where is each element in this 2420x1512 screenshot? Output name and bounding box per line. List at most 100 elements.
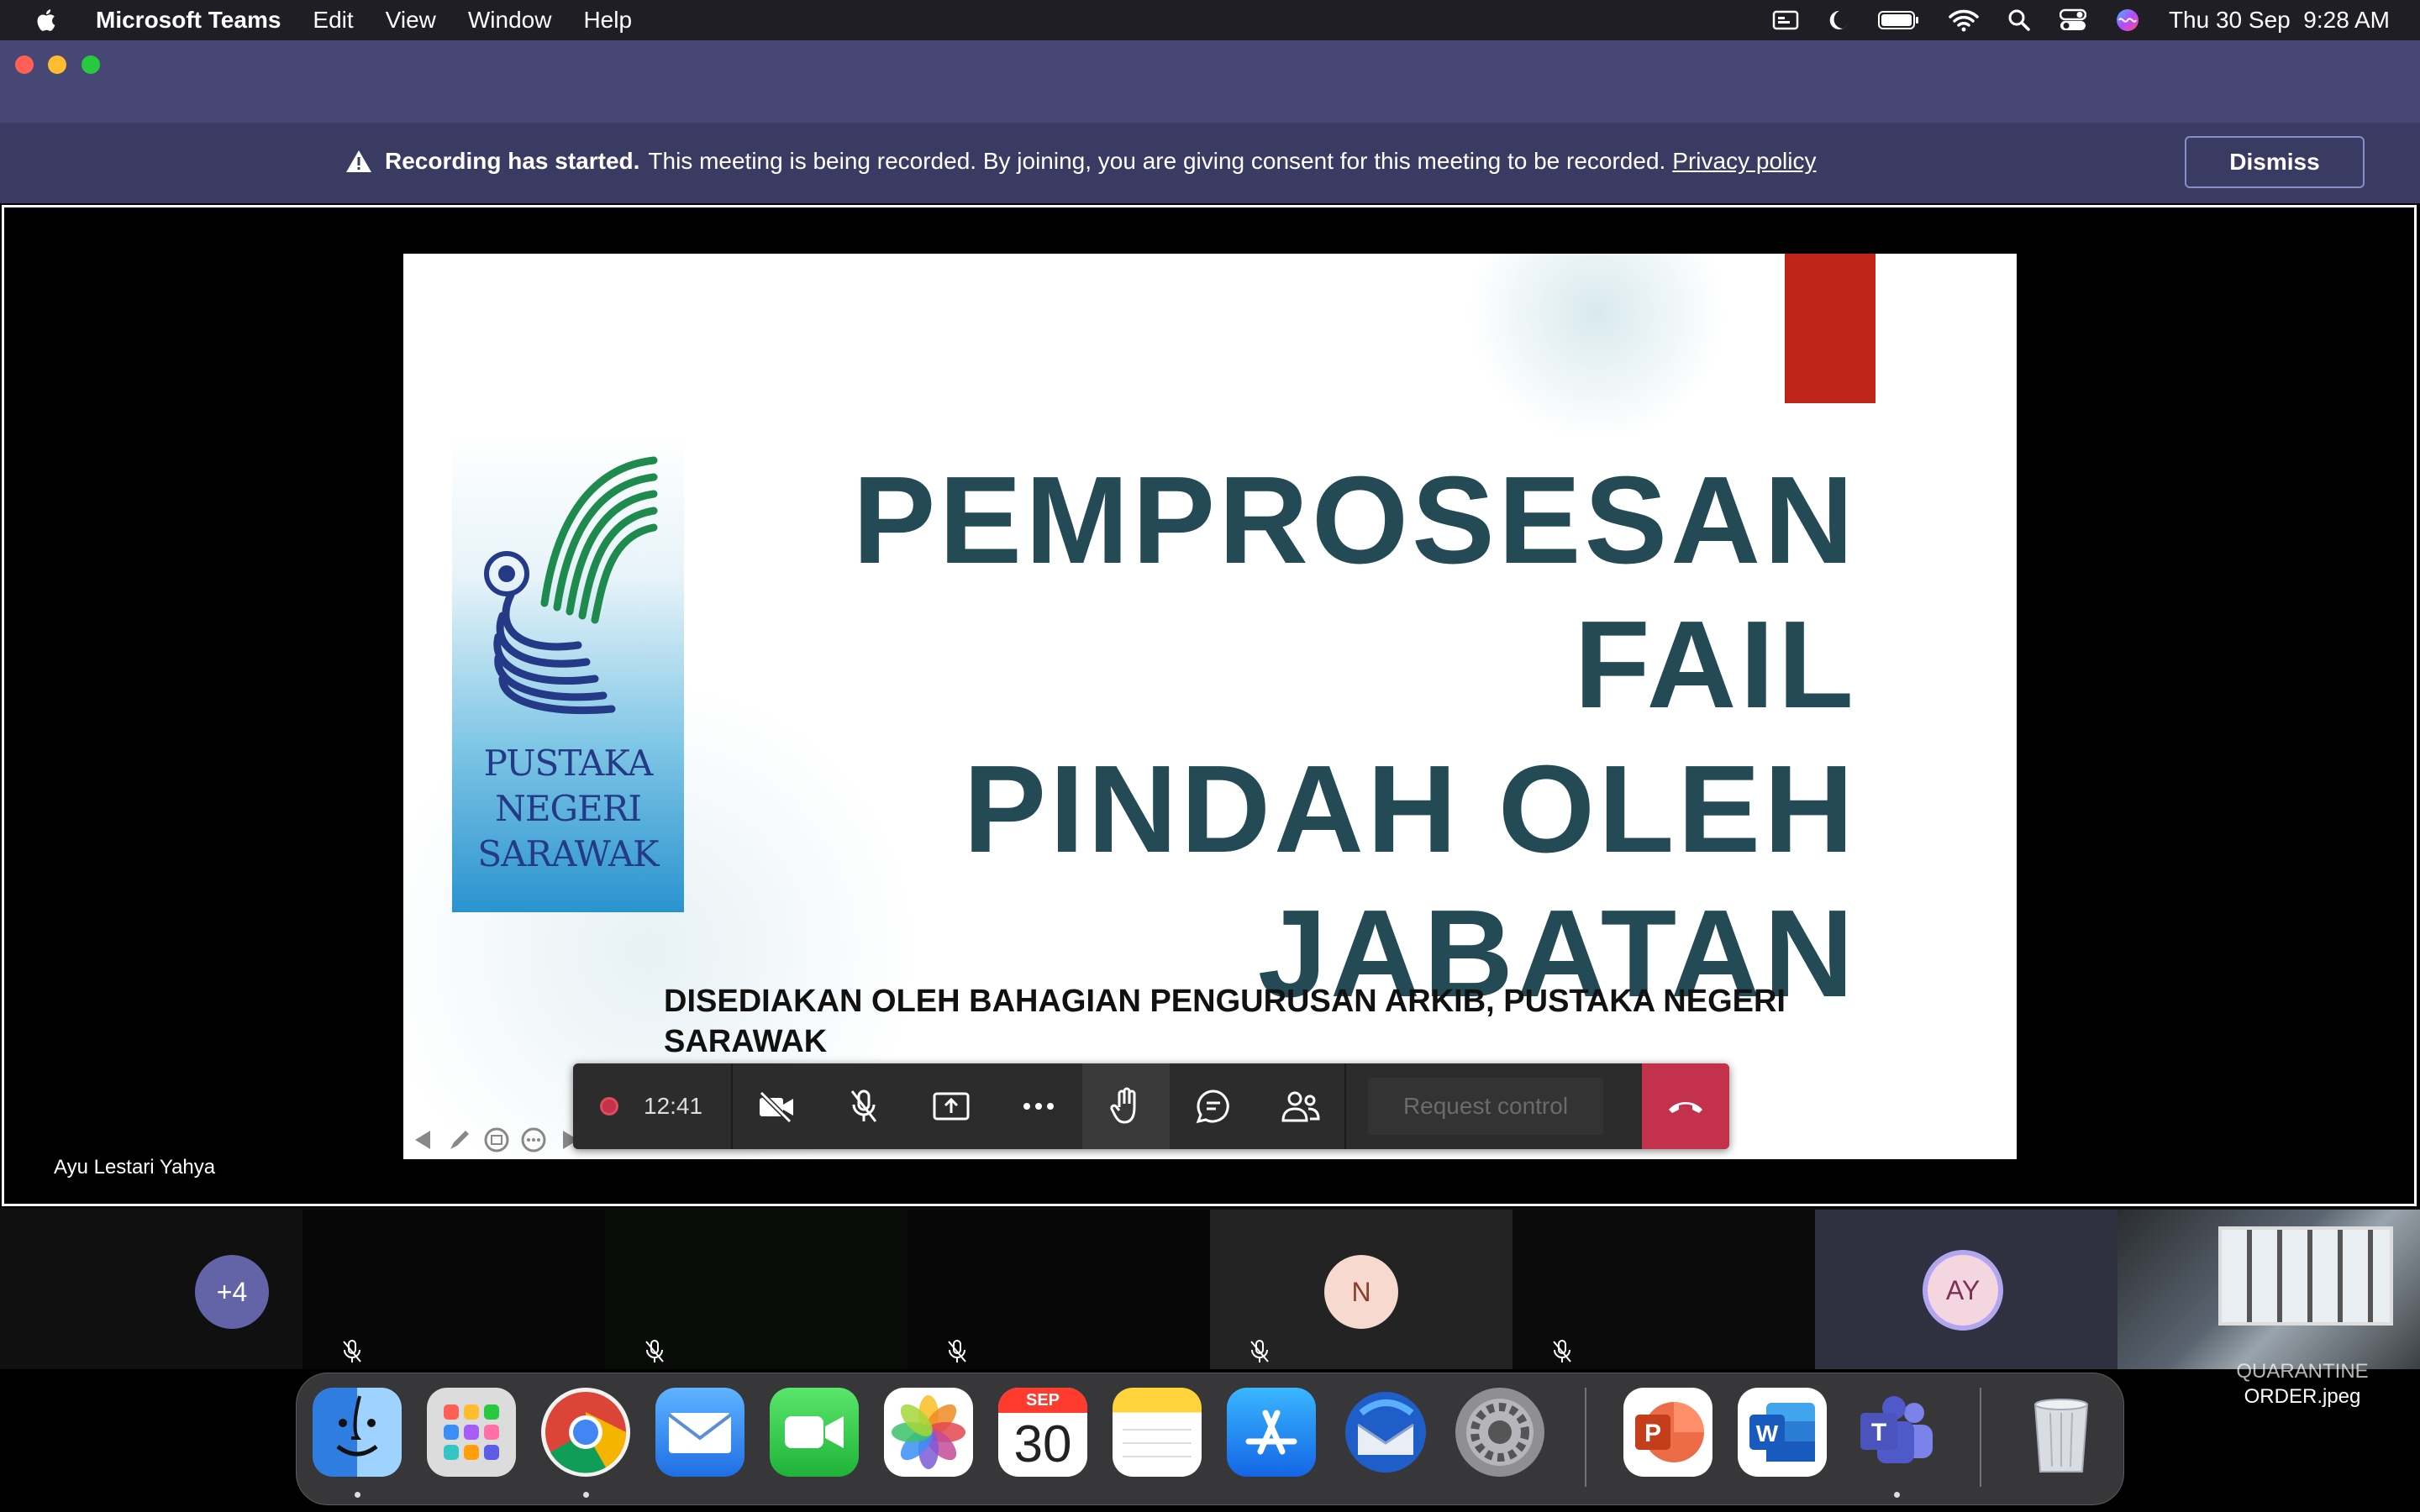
- pustaka-negeri-sarawak-logo: PUSTAKA NEGERI SARAWAK: [452, 435, 684, 912]
- microphone-off-icon: [850, 1089, 877, 1122]
- microsoft-teams-icon[interactable]: T: [1852, 1388, 1941, 1477]
- dock-separator: [1585, 1388, 1586, 1487]
- muted-microphone-icon: [948, 1340, 966, 1362]
- slide-grid-icon[interactable]: [482, 1126, 511, 1154]
- svg-text:T: T: [1871, 1419, 1886, 1446]
- slide-subtitle: DISEDIAKAN OLEH BAHAGIAN PENGURUSAN ARKI…: [664, 981, 1924, 1062]
- pen-icon[interactable]: [445, 1126, 474, 1154]
- launchpad-icon[interactable]: [427, 1388, 516, 1477]
- camera-off-icon: [759, 1090, 793, 1123]
- menu-help[interactable]: Help: [583, 7, 632, 34]
- window-minimize-button[interactable]: [48, 55, 66, 74]
- muted-microphone-icon: [645, 1340, 664, 1362]
- overflow-count-badge[interactable]: +4: [195, 1255, 269, 1329]
- more-options-icon[interactable]: [519, 1126, 548, 1154]
- leave-call-button[interactable]: [1642, 1063, 1729, 1149]
- do-not-disturb-moon-icon[interactable]: [1828, 8, 1849, 32]
- slide-show-toolbar: [408, 1126, 585, 1154]
- apple-icon[interactable]: [34, 7, 60, 34]
- slide-subtitle-line: SARAWAK: [664, 1024, 828, 1059]
- muted-microphone-icon: [343, 1340, 361, 1362]
- privacy-policy-link[interactable]: Privacy policy: [1672, 148, 1816, 175]
- window-frame-background: [2218, 1226, 2393, 1326]
- mail-icon[interactable]: [655, 1388, 744, 1477]
- meeting-duration: 12:41: [644, 1093, 703, 1119]
- dock-separator: [1980, 1388, 1981, 1487]
- presenter-name: Ayu Lestari Yahya: [54, 1156, 216, 1179]
- participant-avatar: AY: [1923, 1250, 2003, 1331]
- notes-icon[interactable]: [1113, 1388, 1202, 1477]
- logo-text-line: PUSTAKA: [483, 743, 654, 784]
- powerpoint-icon[interactable]: P: [1623, 1388, 1712, 1477]
- share-screen-icon: [933, 1092, 970, 1121]
- microphone-toggle-button[interactable]: [820, 1063, 908, 1149]
- file-name-line: QUARANTINE: [2236, 1360, 2369, 1383]
- meeting-controls-bar: 12:41 Request control: [573, 1063, 1729, 1149]
- calendar-icon[interactable]: SEP 30: [998, 1388, 1087, 1477]
- trash-icon[interactable]: [2017, 1388, 2106, 1477]
- slide-decoration: [1445, 254, 1748, 438]
- hang-up-icon: [1669, 1102, 1702, 1113]
- participants-button[interactable]: [1257, 1063, 1344, 1149]
- slide-red-accent: [1785, 254, 1876, 403]
- share-content-button[interactable]: [908, 1063, 995, 1149]
- menu-clock[interactable]: Thu 30 Sep 9:28 AM: [2169, 7, 2390, 34]
- finder-icon[interactable]: [313, 1388, 402, 1477]
- app-store-icon[interactable]: [1227, 1388, 1316, 1477]
- siri-icon[interactable]: [2115, 8, 2140, 33]
- menu-view[interactable]: View: [386, 7, 436, 34]
- calendar-month: SEP: [998, 1388, 1087, 1413]
- photos-icon[interactable]: [884, 1388, 973, 1477]
- menu-edit[interactable]: Edit: [313, 7, 353, 34]
- previous-slide-icon[interactable]: [408, 1126, 437, 1154]
- chat-button[interactable]: [1170, 1063, 1257, 1149]
- spotlight-search-icon[interactable]: [2007, 8, 2031, 32]
- running-indicator: [1894, 1492, 1900, 1498]
- system-preferences-icon[interactable]: [1455, 1388, 1544, 1477]
- window-zoom-button[interactable]: [82, 55, 100, 74]
- svg-text:W: W: [1756, 1420, 1779, 1446]
- more-actions-button[interactable]: [995, 1063, 1082, 1149]
- desktop-file-label[interactable]: QUARANTINE ORDER.jpeg: [2218, 1359, 2386, 1410]
- slide-title-line: PEMPROSESAN FAIL: [852, 451, 1857, 734]
- people-icon: [1281, 1091, 1320, 1122]
- muted-microphone-icon: [1553, 1340, 1571, 1362]
- battery-icon[interactable]: [1877, 10, 1920, 30]
- calendar-day: 30: [1013, 1415, 1072, 1473]
- muted-microphone-icon: [1250, 1340, 1269, 1362]
- recording-started-label: Recording has started.: [385, 148, 640, 174]
- request-control-button[interactable]: Request control: [1368, 1078, 1603, 1135]
- raise-hand-button[interactable]: [1082, 1063, 1170, 1149]
- screen-mirror-icon[interactable]: [1772, 9, 1799, 31]
- recording-consent-text: This meeting is being recorded. By joini…: [648, 148, 1666, 174]
- dismiss-button[interactable]: Dismiss: [2185, 136, 2365, 188]
- ellipsis-icon: [1023, 1103, 1054, 1110]
- running-indicator: [355, 1492, 360, 1498]
- wifi-icon[interactable]: [1949, 8, 1979, 32]
- google-chrome-icon[interactable]: [541, 1388, 630, 1477]
- menu-window[interactable]: Window: [468, 7, 552, 34]
- control-center-icon[interactable]: [2059, 8, 2086, 32]
- window-close-button[interactable]: [15, 55, 34, 74]
- file-name-line: ORDER.jpeg: [2244, 1385, 2361, 1408]
- menu-app-name[interactable]: Microsoft Teams: [96, 7, 281, 34]
- participant-avatar: N: [1324, 1255, 1398, 1329]
- logo-wave-emblem: [484, 456, 658, 714]
- logo-text-line: SARAWAK: [477, 833, 659, 874]
- participant-tile-ay[interactable]: AY: [1815, 1210, 2118, 1369]
- raise-hand-icon: [1110, 1087, 1136, 1124]
- facetime-icon[interactable]: [770, 1388, 859, 1477]
- shared-slide: PUSTAKA NEGERI SARAWAK PEMPROSESAN FAIL …: [403, 254, 2017, 1159]
- participant-video-tile[interactable]: [2118, 1210, 2420, 1369]
- svg-text:P: P: [1644, 1420, 1661, 1447]
- participant-overflow-tile[interactable]: +4: [0, 1210, 302, 1369]
- chat-bubble-icon: [1196, 1089, 1229, 1124]
- thunderbird-icon[interactable]: [1341, 1388, 1430, 1477]
- divider: [1344, 1063, 1346, 1149]
- warning-icon: [346, 150, 371, 172]
- logo-text-line: NEGERI: [495, 788, 642, 829]
- word-icon[interactable]: W: [1738, 1388, 1827, 1477]
- camera-toggle-button[interactable]: [733, 1063, 820, 1149]
- window-title-bar: [0, 40, 2420, 123]
- slide-title-line: PINDAH OLEH: [963, 740, 1857, 879]
